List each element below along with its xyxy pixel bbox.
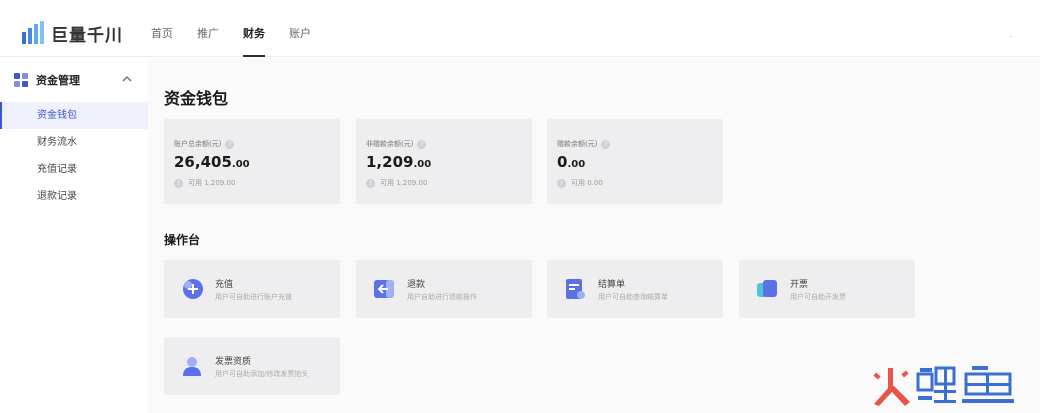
main-content: 资金钱包 账户总余额(元) ? 26,405.00 ! 可用 1,209.00 …	[148, 58, 1040, 413]
op-desc: 用户自助进行退款操作	[407, 293, 477, 301]
amount-integer: 0	[557, 153, 568, 171]
sidebar-item-fund-wallet[interactable]: 资金钱包	[0, 102, 148, 129]
card-available: 可用 1,209.00	[380, 179, 428, 187]
page-title: 资金钱包	[164, 89, 229, 108]
card-label: 账户总余额(元)	[174, 140, 222, 148]
info-icon: !	[174, 178, 183, 188]
nav-account[interactable]: 账户	[289, 0, 311, 57]
op-statement[interactable]: 结算单 用户可自助查询结算单	[547, 260, 723, 318]
help-icon[interactable]: ?	[225, 139, 235, 149]
amount-decimal: .00	[567, 159, 586, 170]
card-amount: 26,405.00	[174, 153, 250, 171]
add-icon	[183, 279, 203, 299]
watermark-logo	[873, 366, 1014, 406]
logo-icon	[22, 21, 44, 44]
amount-integer: 1,209	[366, 153, 414, 171]
sidebar-item-refund-records[interactable]: 退款记录	[0, 183, 148, 210]
op-desc: 用户可自助查询结算单	[598, 293, 668, 301]
balance-card-total: 账户总余额(元) ? 26,405.00 ! 可用 1,209.00	[164, 119, 340, 204]
nav-finance[interactable]: 财务	[243, 0, 265, 57]
help-icon[interactable]: ?	[601, 139, 611, 149]
nav-promotion[interactable]: 推广	[197, 0, 219, 57]
card-available: 可用 1,209.00	[188, 179, 236, 187]
op-recharge[interactable]: 充值 用户可自助进行账户充值	[164, 260, 340, 318]
op-desc: 用户可自助进行账户充值	[215, 293, 292, 301]
balance-card-non-grant: 非赠款余额(元) ? 1,209.00 ! 可用 1,209.00	[356, 119, 532, 204]
op-refund[interactable]: 退款 用户自助进行退款操作	[356, 260, 532, 318]
chevron-up-icon[interactable]	[122, 75, 132, 83]
card-label: 非赠款余额(元)	[366, 140, 414, 148]
sidebar: 资金管理 资金钱包 财务流水 充值记录 退款记录	[0, 58, 148, 413]
amount-decimal: .00	[413, 159, 432, 170]
qualification-icon	[183, 357, 201, 376]
info-icon: !	[557, 178, 566, 188]
op-invoice[interactable]: 开票 用户可自助开发票	[739, 260, 915, 318]
statement-icon	[566, 279, 585, 299]
amount-integer: 26,405	[174, 153, 232, 171]
card-available: 可用 0.00	[571, 179, 603, 187]
card-amount: 0.00	[557, 153, 585, 171]
help-icon[interactable]: ?	[417, 139, 427, 149]
invoice-icon	[757, 280, 777, 297]
nav-home[interactable]: 首页	[151, 0, 173, 57]
card-label: 赠款余额(元)	[557, 140, 598, 148]
card-amount: 1,209.00	[366, 153, 431, 171]
sidebar-item-financial-flow[interactable]: 财务流水	[0, 129, 148, 156]
op-desc: 用户可自助添加/修改发票抬头	[215, 370, 309, 378]
sidebar-item-recharge-records[interactable]: 充值记录	[0, 156, 148, 183]
op-title: 充值	[215, 280, 234, 290]
op-title: 开票	[790, 280, 809, 290]
op-title: 结算单	[598, 280, 626, 290]
logo-text: 巨量千川	[51, 25, 123, 46]
operations-title: 操作台	[164, 233, 201, 247]
op-title: 发票资质	[215, 357, 252, 367]
op-desc: 用户可自助开发票	[790, 293, 846, 301]
op-title: 退款	[407, 280, 426, 290]
sidebar-group-fund-management[interactable]: 资金管理	[0, 58, 148, 102]
refund-icon	[374, 280, 394, 298]
op-invoice-qualification[interactable]: 发票资质 用户可自助添加/修改发票抬头	[164, 337, 340, 395]
balance-card-grant: 赠款余额(元) ? 0.00 ! 可用 0.00	[547, 119, 723, 204]
info-icon: !	[366, 178, 375, 188]
wallet-icon	[14, 72, 28, 87]
amount-decimal: .00	[231, 159, 250, 170]
top-right-mark: .	[1009, 30, 1012, 39]
top-bar: 巨量千川 首页 推广 财务 账户 .	[0, 0, 1040, 57]
logo[interactable]: 巨量千川	[20, 20, 123, 46]
sidebar-group-label: 资金管理	[36, 74, 80, 87]
top-nav: 首页 推广 财务 账户	[151, 0, 335, 57]
